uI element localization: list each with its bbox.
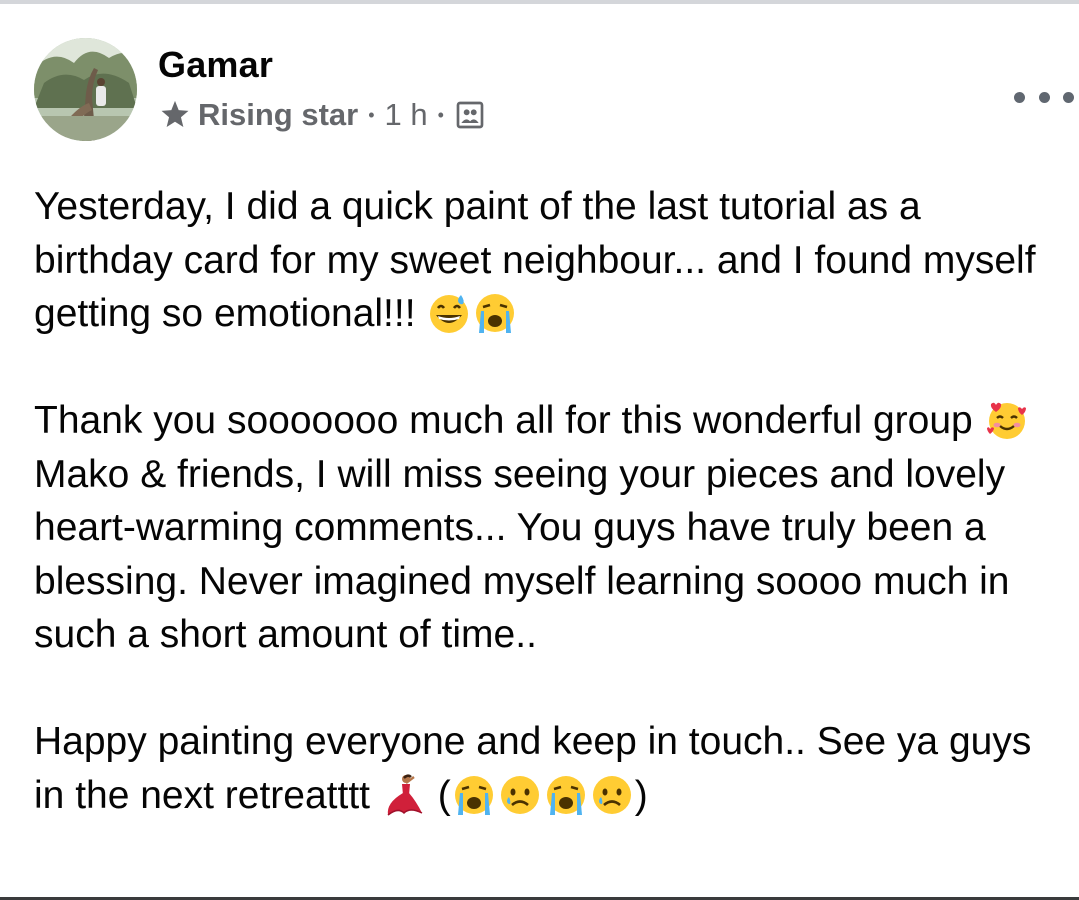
group-audience-icon — [454, 99, 486, 131]
star-icon — [158, 98, 192, 132]
author-name[interactable]: Gamar — [158, 44, 273, 86]
loudly-crying-emoji — [473, 291, 517, 335]
more-options-dot — [1038, 91, 1050, 103]
post-paragraph-3: Happy painting everyone and keep in touc… — [34, 715, 1064, 822]
dancer-emoji — [382, 773, 426, 817]
post-paragraph-2: Thank you sooooooo much all for this won… — [34, 394, 1064, 662]
badge-label[interactable]: Rising star — [198, 97, 358, 133]
post-body: Yesterday, I did a quick paint of the la… — [34, 180, 1064, 822]
sad-emoji — [498, 773, 542, 817]
more-options-button[interactable] — [1014, 79, 1074, 115]
post-time[interactable]: 1 h — [385, 97, 428, 133]
loudly-crying-emoji — [544, 773, 588, 817]
sad-emoji — [590, 773, 634, 817]
more-options-dot — [1063, 91, 1074, 103]
post-text: Yesterday, I did a quick paint of the la… — [34, 185, 1036, 335]
author-avatar[interactable] — [34, 38, 137, 141]
meta-separator: • — [368, 104, 375, 125]
top-divider — [0, 0, 1079, 4]
post-paragraph-1: Yesterday, I did a quick paint of the la… — [34, 180, 1064, 341]
post-text: Thank you sooooooo much all for this won… — [34, 399, 973, 442]
post-meta: Rising star • 1 h • — [158, 95, 486, 135]
post-header: Gamar Rising star • 1 h • — [34, 38, 1074, 148]
post-text: ) — [634, 773, 648, 817]
smiling-hearts-emoji — [985, 398, 1029, 442]
grinning-sweat-emoji — [427, 291, 471, 335]
loudly-crying-emoji — [452, 773, 496, 817]
post-text: ( — [437, 773, 451, 817]
post-text: Mako & friends, I will miss seeing your … — [34, 452, 1010, 657]
meta-separator: • — [437, 104, 444, 125]
more-options-icon — [1014, 91, 1025, 103]
